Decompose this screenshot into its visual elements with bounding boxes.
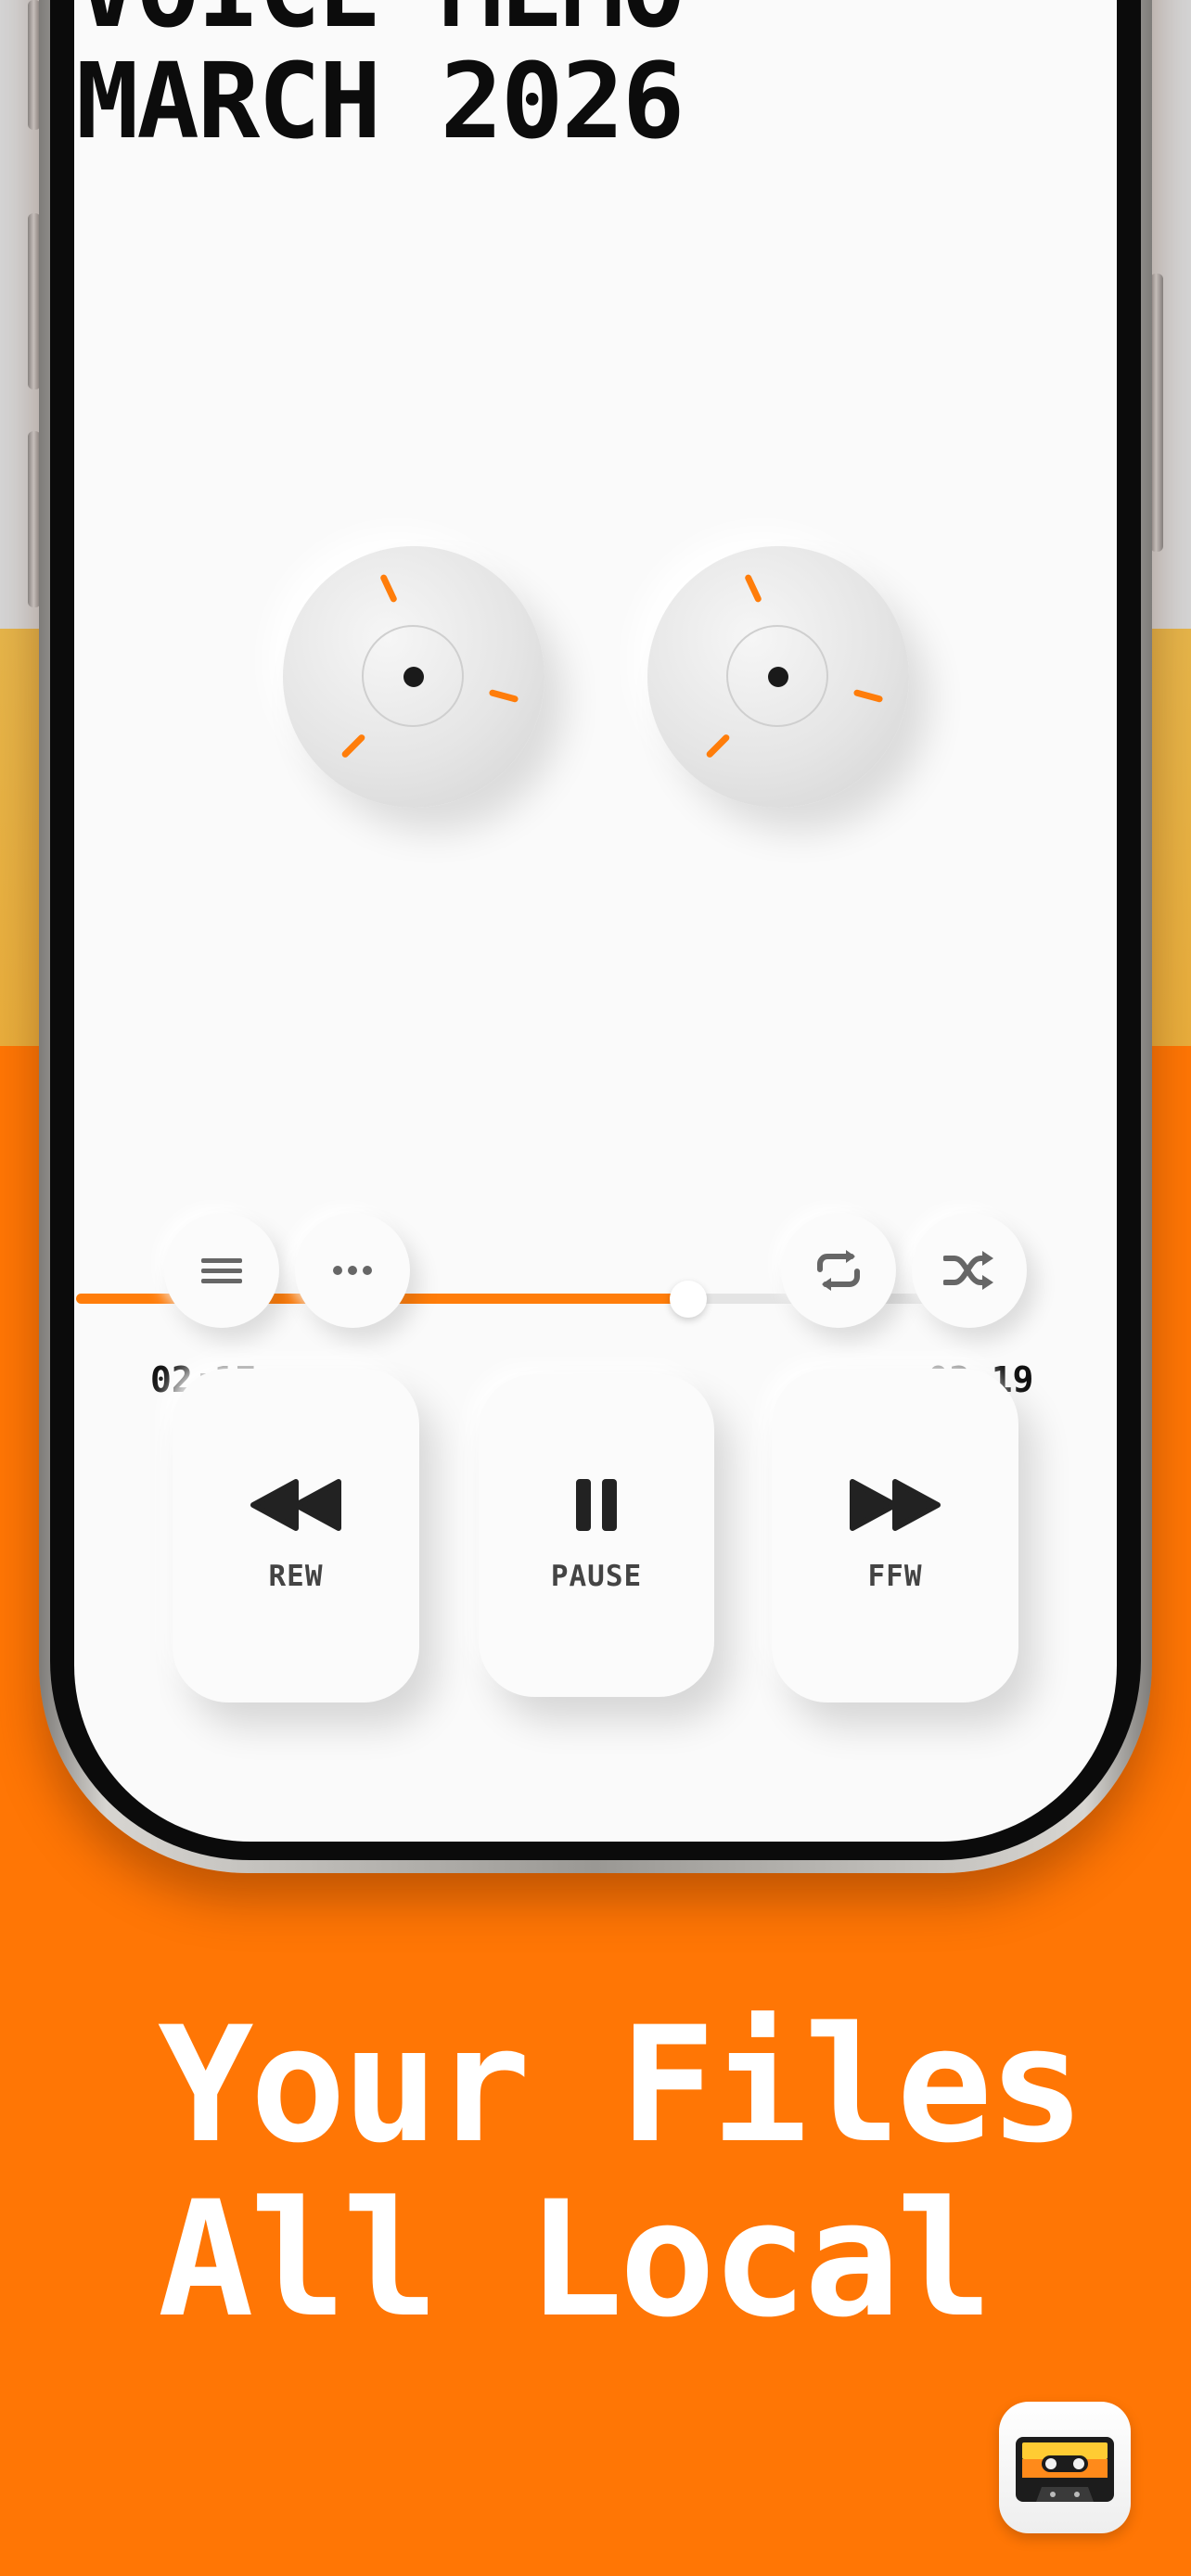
list-icon [201, 1258, 242, 1283]
repeat-icon [817, 1250, 860, 1291]
tagline-line-2: All Local [158, 2166, 992, 2353]
reel-tick [340, 733, 366, 759]
reel-tick [744, 573, 762, 604]
repeat-button[interactable] [781, 1213, 896, 1328]
promo-tagline: Your Files All Local [158, 1992, 1085, 2353]
recording-title: VOICE MEMO MARCH 2026 [76, 0, 685, 162]
reel-hub [403, 667, 424, 687]
rewind-icon [250, 1479, 341, 1531]
shuffle-button[interactable] [912, 1213, 1027, 1328]
right-reel [647, 546, 909, 808]
title-line-1: VOICE MEMO [76, 0, 685, 46]
title-line-2: MARCH 2026 [76, 42, 685, 162]
rewind-label: REW [268, 1560, 324, 1593]
pause-button[interactable]: PAUSE [479, 1374, 714, 1697]
cassette-icon [1016, 2437, 1114, 2502]
reel-hub [768, 667, 788, 687]
more-button[interactable] [295, 1213, 410, 1328]
shuffle-icon [943, 1251, 993, 1290]
reel-tick [379, 573, 398, 604]
fast-forward-icon [850, 1479, 941, 1531]
fast-forward-label: FFW [867, 1560, 923, 1593]
queue-button[interactable] [164, 1213, 279, 1328]
more-horizontal-icon [333, 1266, 372, 1275]
rewind-button[interactable]: REW [173, 1369, 419, 1702]
pause-icon [576, 1479, 617, 1531]
app-icon [999, 2402, 1131, 2533]
tagline-line-1: Your Files [158, 1992, 1085, 2178]
phone-power-button [1150, 274, 1163, 552]
pause-label: PAUSE [550, 1560, 643, 1593]
reel-tick [488, 688, 519, 704]
fast-forward-button[interactable]: FFW [772, 1369, 1018, 1702]
reel-tick [705, 733, 731, 759]
left-reel [283, 546, 544, 808]
reel-tick [852, 688, 884, 704]
progress-knob[interactable] [669, 1281, 707, 1318]
